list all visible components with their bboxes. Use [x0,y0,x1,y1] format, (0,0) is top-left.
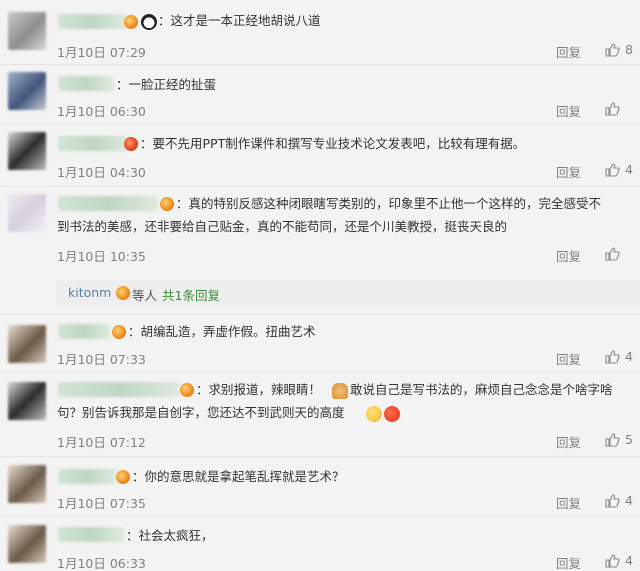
sub-reply-link[interactable]: 共1条回复 [162,285,220,304]
sub-reply-others: 等人 [132,288,158,303]
reply-button[interactable]: 回复 [556,493,581,512]
comment-text: ：你的意思就是拿起笔乱挥就是艺术？ [132,469,345,484]
reply-button[interactable]: 回复 [556,553,581,571]
thumbs-up-icon[interactable] [604,162,620,178]
reply-button[interactable]: 回复 [556,101,581,120]
verified-badge-icon [112,325,126,339]
panda-emoji-icon [141,14,157,30]
like-count: 5 [625,432,633,447]
thumbs-up-icon[interactable] [604,246,620,262]
divider [0,516,640,517]
like-count: 4 [625,349,633,364]
comment-feed: ：这才是一本正经地胡说八道 1月10日 07:29 回复 8 ：一脸正经的扯蛋 … [0,0,640,571]
avatar[interactable] [8,72,46,110]
username[interactable] [58,382,180,397]
comment-text-line-2: 到书法的美感，还非要给自己贴金，真的不能苟同，还是个川美教授，挺丧天良的 [57,219,508,234]
thumbs-up-icon[interactable] [604,101,620,117]
comment-time: 1月10日 10:35 [57,249,146,264]
thumbs-up-icon[interactable] [604,349,620,365]
thumbs-up-icon[interactable] [604,432,620,448]
comment-text: ：这才是一本正经地胡说八道 [158,13,321,28]
comment-text-part-1: ：求别报道，辣眼睛！ [196,382,322,397]
reply-button[interactable]: 回复 [556,42,581,61]
like-count: 4 [625,493,633,508]
pray-emoji-icon [332,383,348,399]
verified-badge-icon [116,470,130,484]
avatar[interactable] [8,325,46,363]
reply-button[interactable]: 回复 [556,246,581,265]
comment-time: 1月10日 07:35 [57,496,146,511]
divider [0,186,640,187]
like-count: 8 [625,42,633,57]
like-count: 4 [625,162,633,177]
thumbs-up-icon[interactable] [604,553,620,569]
avatar[interactable] [8,525,46,563]
comment-text-line-2: 句？别告诉我那是自创字，您还达不到武则天的高度 [57,405,345,420]
comment-text: ：要不先用PPT制作课件和撰写专业技术论文发表吧，比较有理有据。 [140,136,526,151]
reply-button[interactable]: 回复 [556,349,581,368]
verified-badge-icon [116,286,130,300]
divider [0,372,640,373]
avatar[interactable] [8,382,46,420]
thumbs-up-icon[interactable] [604,42,620,58]
comment-time: 1月10日 04:30 [57,165,146,180]
comment-text-line-1: ：真的特别反感这种闭眼瞎写类别的，印象里不止他一个这样的，完全感受不 [176,196,602,211]
verified-badge-icon [180,383,194,397]
comment-text: ：一脸正经的扯蛋 [116,77,217,92]
comment-time: 1月10日 06:30 [57,104,146,119]
username[interactable] [58,527,124,542]
avatar[interactable] [8,194,46,232]
username[interactable] [58,14,126,29]
smirk-emoji-icon [366,406,382,422]
comment-text: ：胡编乱造，弄虚作假。扭曲艺术 [128,324,316,339]
sub-reply-username[interactable]: kitonm [68,285,111,300]
verified-badge-icon [160,197,174,211]
divider [0,314,640,315]
username[interactable] [58,196,158,211]
username[interactable] [58,136,130,151]
comment-time: 1月10日 07:33 [57,352,146,367]
verified-badge-icon [124,15,138,29]
comment-time: 1月10日 07:12 [57,435,146,450]
verified-badge-icon [124,137,138,151]
avatar[interactable] [8,465,46,503]
like-count: 4 [625,553,633,568]
thumbs-up-icon[interactable] [604,493,620,509]
divider [0,456,640,457]
username[interactable] [58,76,114,91]
reply-button[interactable]: 回复 [556,432,581,451]
comment-time: 1月10日 07:29 [57,45,146,60]
divider [0,64,640,65]
avatar[interactable] [8,132,46,170]
comment-text-part-2: 敢说自己是写书法的，麻烦自己念念是个啥字啥 [350,382,613,397]
divider [0,124,640,125]
username[interactable] [58,469,116,484]
reply-button[interactable]: 回复 [556,162,581,181]
comment-time: 1月10日 06:33 [57,556,146,571]
angry-emoji-icon [384,406,400,422]
comment-text: ：社会太疯狂， [126,528,214,543]
avatar[interactable] [8,12,46,50]
username[interactable] [58,324,110,339]
